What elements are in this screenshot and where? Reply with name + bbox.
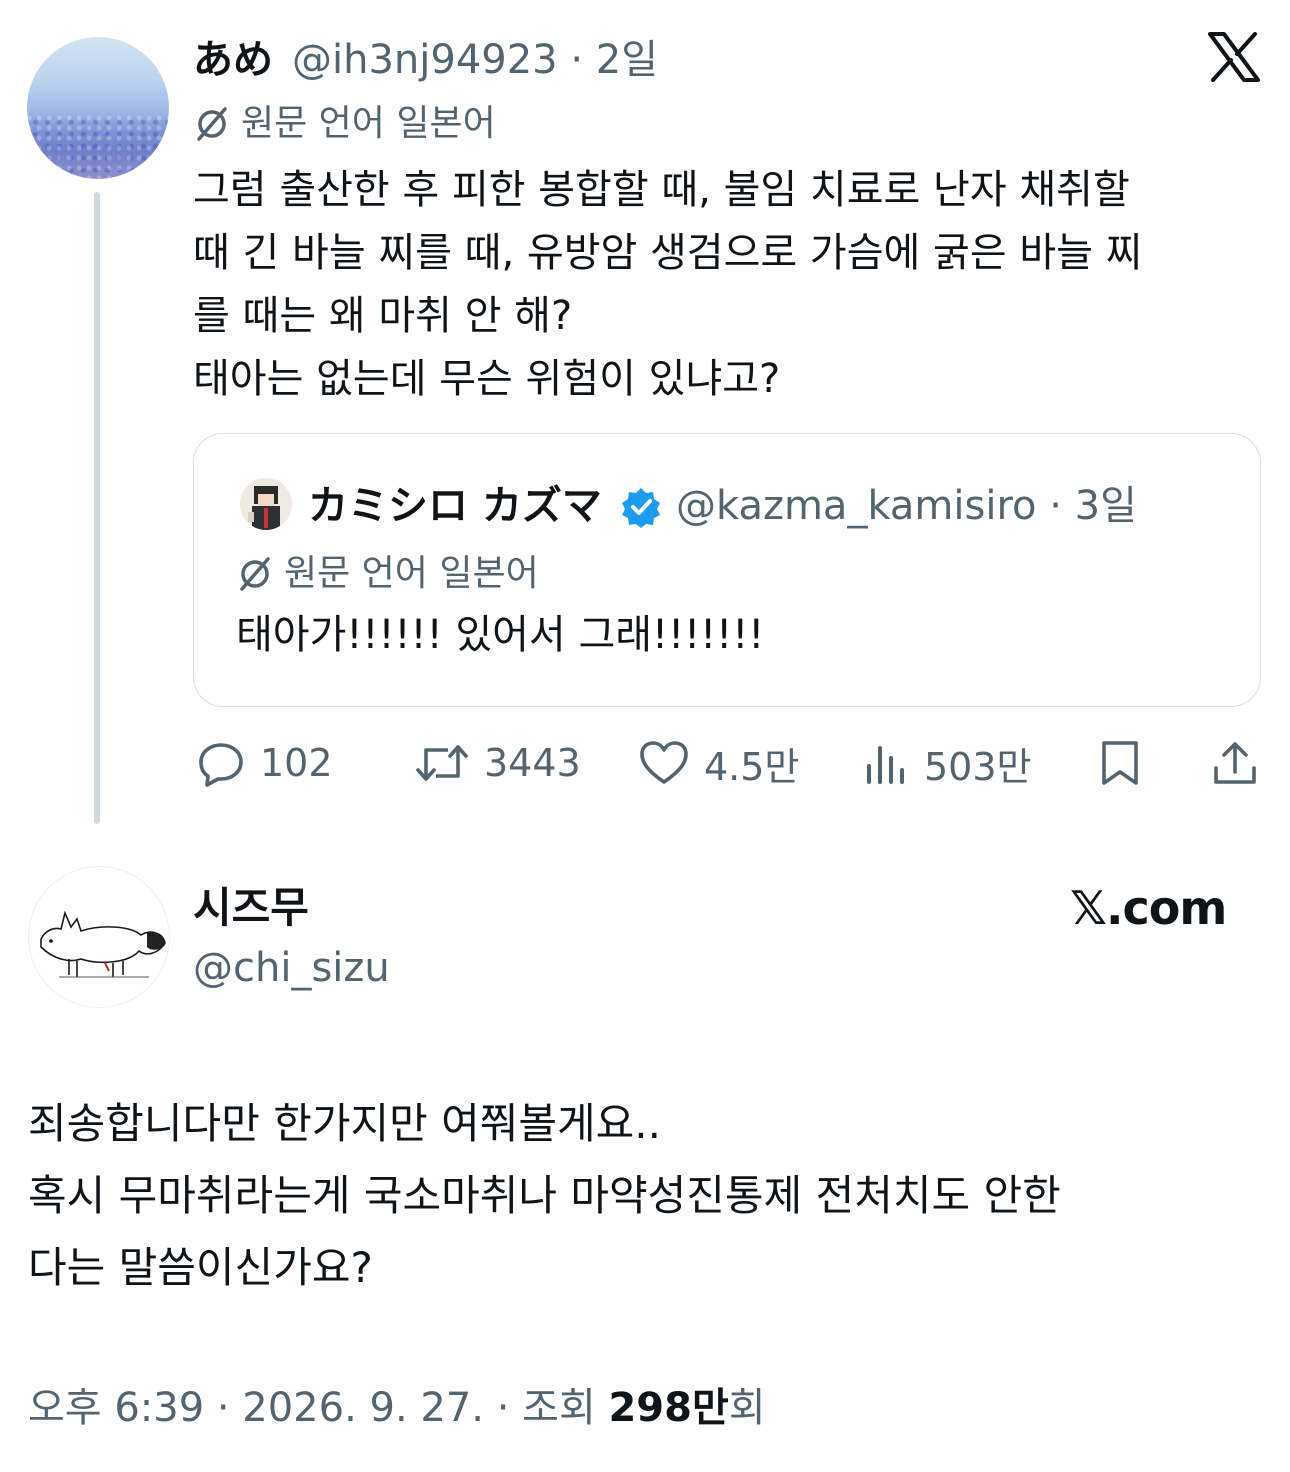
bookmark-button[interactable] xyxy=(1098,735,1142,791)
tweet-text-line: 태아는 없는데 무슨 위험이 있냐고? xyxy=(193,356,781,402)
translate-indicator[interactable]: 원문 언어 일본어 xyxy=(193,99,496,149)
thread-connector xyxy=(94,192,100,824)
author-handle-time[interactable]: @ih3nj94923 · 2일 xyxy=(292,30,658,90)
reply-author-handle[interactable]: @chi_sizu xyxy=(193,938,390,998)
author-avatar[interactable] xyxy=(27,37,169,179)
tweet-text-line: 를 때는 왜 마취 안 해? xyxy=(193,293,573,339)
quoted-author-name[interactable]: カミシロ カズマ xyxy=(308,476,602,536)
quoted-author-avatar[interactable] xyxy=(240,478,292,530)
view-count: 298만 xyxy=(608,1385,729,1431)
share-button[interactable] xyxy=(1210,735,1260,791)
translate-label: 원문 언어 일본어 xyxy=(241,103,496,144)
like-button[interactable]: 4.5만 xyxy=(638,735,799,791)
verified-badge-icon xyxy=(622,488,660,528)
reply-text-line: 다는 말씀이신가요? xyxy=(28,1243,373,1292)
views-icon xyxy=(867,746,904,784)
translate-icon xyxy=(240,557,270,591)
quoted-translate-indicator[interactable]: 원문 언어 일본어 xyxy=(236,549,539,599)
like-count: 4.5만 xyxy=(704,744,800,789)
x-logo-icon xyxy=(1208,32,1260,82)
views-count: 503만 xyxy=(924,744,1032,789)
like-icon xyxy=(640,741,688,784)
bookmark-icon xyxy=(1102,741,1138,785)
retweet-button[interactable]: 3443 xyxy=(414,735,581,791)
quoted-tweet-text: 태아가!!!!!! 있어서 그래!!!!!!! xyxy=(236,612,765,658)
x-watermark: 𝕏.com xyxy=(1070,881,1227,935)
tweet-text-line: 그럼 출산한 후 피한 봉합할 때, 불임 치료로 난자 채취할 xyxy=(193,167,1130,213)
reply-button[interactable]: 102 xyxy=(196,735,333,791)
views-button[interactable]: 503만 xyxy=(862,735,1032,791)
author-name[interactable]: あめ xyxy=(193,30,273,90)
quoted-handle-time[interactable]: @kazma_kamisiro · 3일 xyxy=(676,476,1137,536)
fox-drawing xyxy=(40,910,166,978)
reply-icon xyxy=(199,743,243,787)
reply-text-line: 혹시 무마취라는게 국소마취나 마약성진통제 전처치도 안한 xyxy=(28,1171,1061,1220)
share-icon xyxy=(1214,742,1256,784)
reply-text: 죄송합니다만 한가지만 여쭤볼게요.. 혹시 무마취라는게 국소마취나 마약성진… xyxy=(28,1088,1268,1304)
reply-author-name[interactable]: 시즈무 xyxy=(193,878,309,938)
timestamp: 오후 6:39 · 2026. 9. 27. · 조회 xyxy=(28,1385,609,1431)
tweet-text: 그럼 출산한 후 피한 봉합할 때, 불임 치료로 난자 채취할 때 긴 바늘 … xyxy=(193,159,1253,411)
timestamp-views[interactable]: 오후 6:39 · 2026. 9. 27. · 조회 298만회 xyxy=(28,1378,766,1438)
translate-icon xyxy=(197,107,227,141)
translate-label: 원문 언어 일본어 xyxy=(284,553,539,594)
view-suffix: 회 xyxy=(728,1385,766,1431)
quoted-avatar-figure xyxy=(240,478,292,530)
reply-count: 102 xyxy=(260,741,333,785)
reply-author-avatar[interactable] xyxy=(28,866,170,1008)
retweet-count: 3443 xyxy=(484,741,581,785)
reply-text-line: 죄송합니다만 한가지만 여쭤볼게요.. xyxy=(28,1099,662,1148)
retweet-icon xyxy=(416,745,468,781)
tweet-text-line: 때 긴 바늘 찌를 때, 유방암 생검으로 가슴에 굵은 바늘 찌 xyxy=(193,230,1143,276)
